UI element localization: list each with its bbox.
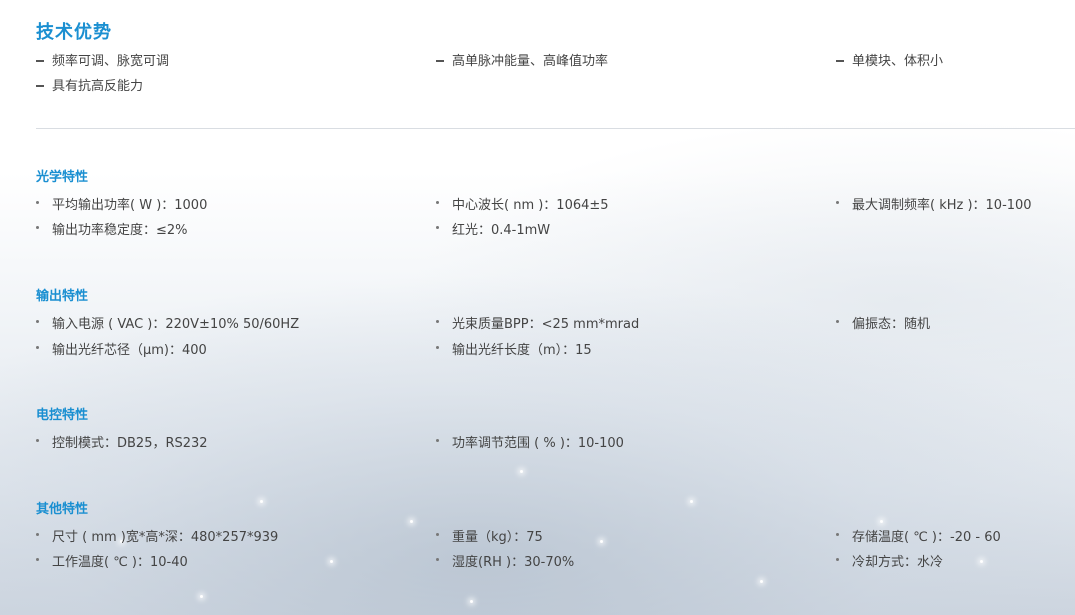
bullet-icon: [436, 439, 439, 442]
advantage-item: 频率可调、脉宽可调: [36, 54, 169, 70]
spec-item: 输入电源 ( VAC )：220V±10% 50/60HZ: [36, 317, 299, 333]
spec-label: 红光：0.4-1mW: [452, 223, 551, 238]
advantage-label: 频率可调、脉宽可调: [52, 54, 170, 69]
city-light: [690, 500, 693, 503]
spec-label: 输入电源 ( VAC )：220V±10% 50/60HZ: [52, 317, 300, 332]
spec-label: 工作温度( ℃ )：10-40: [52, 555, 188, 570]
spec-label: 光束质量BPP：<25 mm*mrad: [452, 317, 640, 332]
earth-night-background: [0, 0, 1075, 615]
spec-label: 偏振态：随机: [852, 317, 931, 332]
section-title-optical: 光学特性: [36, 170, 89, 185]
bullet-icon: [36, 439, 39, 442]
spec-label: 中心波长( nm )：1064±5: [452, 198, 609, 213]
bullet-icon: [36, 558, 39, 561]
spec-label: 输出光纤长度（m）：15: [452, 343, 592, 358]
city-light: [760, 580, 763, 583]
dash-icon: [436, 59, 444, 62]
city-light: [410, 520, 413, 523]
section-title-other: 其他特性: [36, 502, 89, 517]
spec-label: 湿度(RH )：30-70%: [452, 555, 575, 570]
bullet-icon: [36, 226, 39, 229]
spec-item: 存储温度( ℃ )：-20 - 60: [836, 530, 1001, 546]
section-divider: [36, 128, 1075, 129]
dash-icon: [36, 59, 44, 62]
bullet-icon: [36, 320, 39, 323]
spec-label: 尺寸 ( mm )宽*高*深：480*257*939: [52, 530, 279, 545]
bullet-icon: [36, 533, 39, 536]
spec-item: 中心波长( nm )：1064±5: [436, 198, 609, 214]
spec-label: 平均输出功率( W )：1000: [52, 198, 208, 213]
city-light: [260, 500, 263, 503]
spec-label: 存储温度( ℃ )：-20 - 60: [852, 530, 1001, 545]
advantage-item: 高单脉冲能量、高峰值功率: [436, 54, 608, 70]
spec-label: 功率调节范围 ( % )：10-100: [452, 436, 624, 451]
city-light: [600, 540, 603, 543]
bullet-icon: [436, 201, 439, 204]
city-light: [200, 595, 203, 598]
spec-item: 尺寸 ( mm )宽*高*深：480*257*939: [36, 530, 278, 546]
bullet-icon: [436, 320, 439, 323]
spec-label: 控制模式：DB25，RS232: [52, 436, 208, 451]
city-light: [520, 470, 523, 473]
spec-item: 重量（kg）：75: [436, 530, 543, 546]
dash-icon: [836, 59, 844, 62]
spec-item: 输出光纤芯径（μm)：400: [36, 343, 207, 359]
bullet-icon: [436, 346, 439, 349]
advantage-item: 单模块、体积小: [836, 54, 943, 70]
spec-item: 光束质量BPP：<25 mm*mrad: [436, 317, 639, 333]
city-light: [330, 560, 333, 563]
spec-label: 重量（kg）：75: [452, 530, 543, 545]
spec-item: 红光：0.4-1mW: [436, 223, 550, 239]
bullet-icon: [36, 346, 39, 349]
city-light: [980, 560, 983, 563]
spec-item: 平均输出功率( W )：1000: [36, 198, 207, 214]
advantage-item: 具有抗高反能力: [36, 79, 143, 95]
spec-item: 控制模式：DB25，RS232: [36, 436, 208, 452]
spec-item: 输出功率稳定度：≤2%: [36, 223, 188, 239]
spec-item: 输出光纤长度（m）：15: [436, 343, 592, 359]
spec-item: 冷却方式：水冷: [836, 555, 943, 571]
city-light: [470, 600, 473, 603]
bullet-icon: [436, 533, 439, 536]
spec-item: 最大调制频率( kHz )：10-100: [836, 198, 1032, 214]
bullet-icon: [836, 558, 839, 561]
bullet-icon: [836, 201, 839, 204]
advantage-label: 具有抗高反能力: [52, 79, 144, 94]
spec-item: 湿度(RH )：30-70%: [436, 555, 574, 571]
section-title-output: 输出特性: [36, 289, 89, 304]
spec-label: 最大调制频率( kHz )：10-100: [852, 198, 1032, 213]
section-title-electrical: 电控特性: [36, 408, 89, 423]
spec-item: 偏振态：随机: [836, 317, 930, 333]
advantage-label: 单模块、体积小: [852, 54, 944, 69]
bullet-icon: [836, 320, 839, 323]
spec-label: 输出光纤芯径（μm)：400: [52, 343, 207, 358]
bullet-icon: [836, 533, 839, 536]
spec-item: 工作温度( ℃ )：10-40: [36, 555, 188, 571]
page-title: 技术优势: [36, 22, 112, 43]
bullet-icon: [436, 226, 439, 229]
bullet-icon: [436, 558, 439, 561]
dash-icon: [36, 84, 44, 87]
spec-item: 功率调节范围 ( % )：10-100: [436, 436, 624, 452]
spec-label: 输出功率稳定度：≤2%: [52, 223, 188, 238]
city-light: [880, 520, 883, 523]
advantage-label: 高单脉冲能量、高峰值功率: [452, 54, 609, 69]
bullet-icon: [36, 201, 39, 204]
spec-label: 冷却方式：水冷: [852, 555, 944, 570]
